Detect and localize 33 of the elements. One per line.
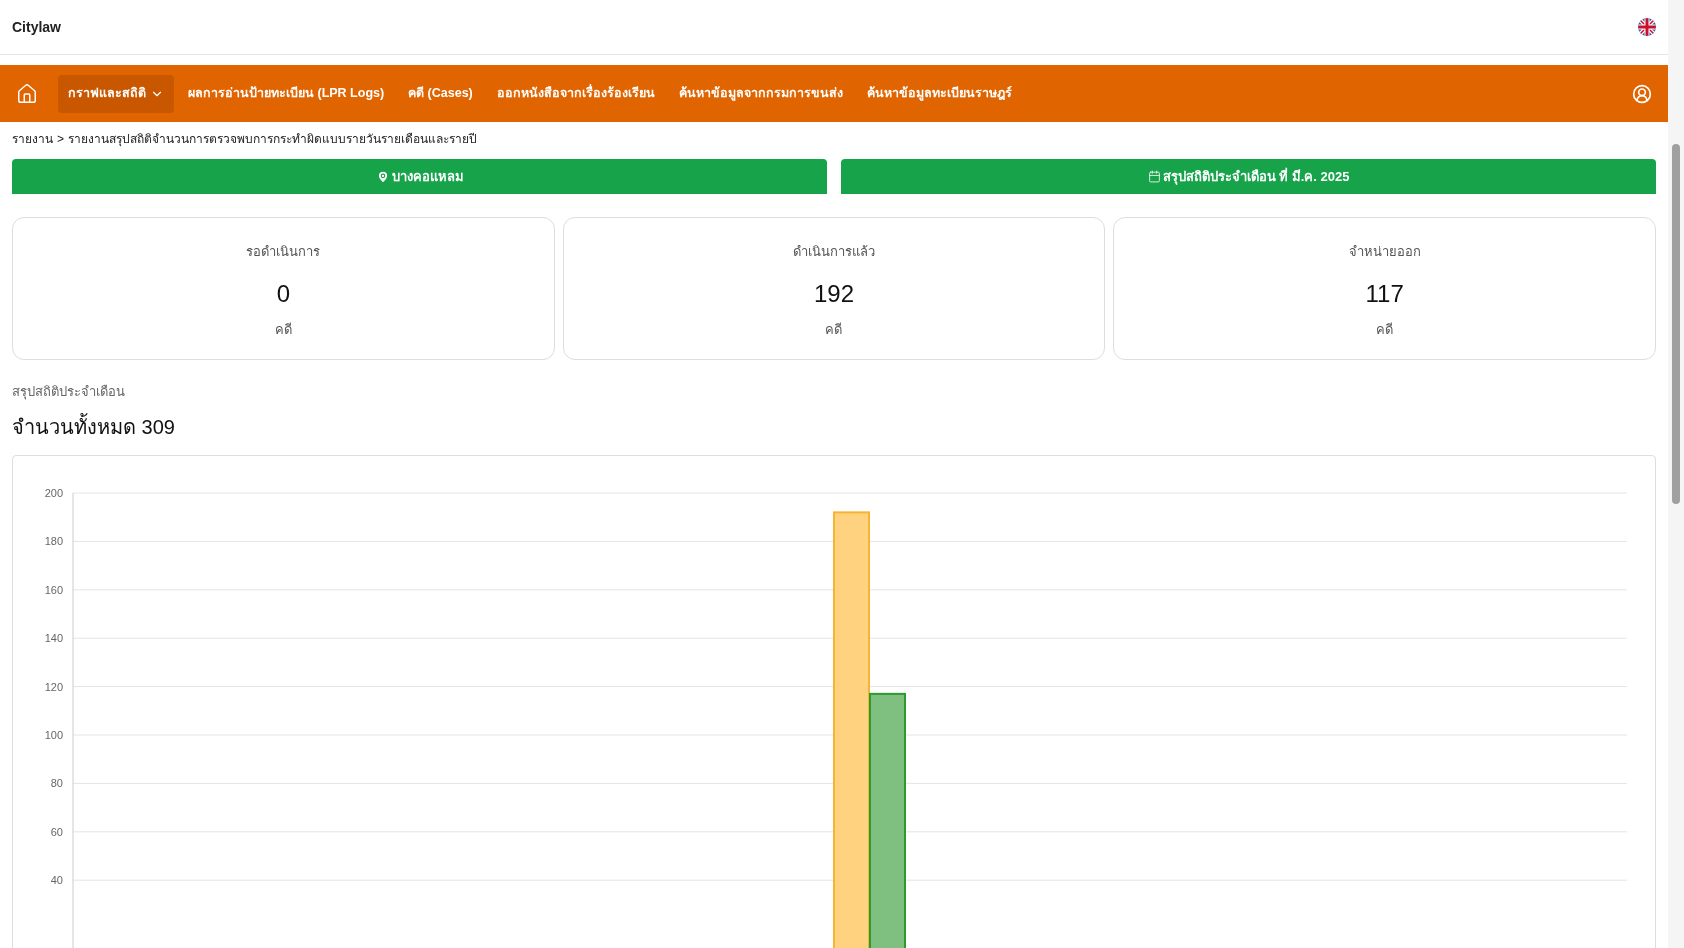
breadcrumb-item[interactable]: รายงาน <box>12 130 53 148</box>
stat-value: 0 <box>276 278 290 309</box>
axis-tick-label: 140 <box>44 631 63 644</box>
scrollbar[interactable] <box>1668 0 1684 948</box>
axis-tick-label: 180 <box>44 534 63 547</box>
summary-total: จำนวนทั้งหมด 309 <box>12 412 176 440</box>
home-icon[interactable] <box>16 82 38 105</box>
filter-banner[interactable]: สรุปสถิติประจำเดือน ที่ มี.ค. 2025 <box>841 159 1656 194</box>
stat-label: รอดำเนินการ <box>246 243 321 261</box>
axis-tick-label: 80 <box>50 776 63 789</box>
nav-item[interactable]: กราฟและสถิติ <box>58 74 174 113</box>
axis-tick-label: 200 <box>44 486 63 499</box>
stat-label: จำหน่ายออก <box>1348 243 1421 261</box>
user-icon[interactable] <box>1632 83 1652 104</box>
axis-tick-label: 60 <box>50 825 63 838</box>
summary-subtitle: สรุปสถิติประจำเดือน <box>12 383 126 402</box>
axis-tick-label: 120 <box>44 680 63 693</box>
stat-unit: คดี <box>274 320 292 339</box>
axis-tick-label: 40 <box>50 873 63 886</box>
filter-banner[interactable]: บางคอแหลม <box>12 159 827 194</box>
breadcrumb-separator: > <box>57 131 64 148</box>
stat-unit: คดี <box>825 320 843 339</box>
brand-name[interactable]: Citylaw <box>12 16 61 38</box>
stat-unit: คดี <box>1376 320 1394 339</box>
breadcrumb-item: รายงานสรุปสถิติจำนวนการตรวจพบการกระทำผิดแบบรายวันรายเดือนและรายปี <box>68 131 477 148</box>
uk-flag-icon[interactable] <box>1638 18 1656 36</box>
stat-label: ดำเนินการแล้ว <box>793 243 875 261</box>
pin-icon <box>375 169 390 184</box>
stat-value: 192 <box>813 278 854 309</box>
axis-tick-label: 160 <box>44 583 63 596</box>
axis-tick-label: 100 <box>44 728 63 741</box>
stat-value: 117 <box>1365 278 1404 309</box>
calendar-icon <box>1147 170 1161 183</box>
